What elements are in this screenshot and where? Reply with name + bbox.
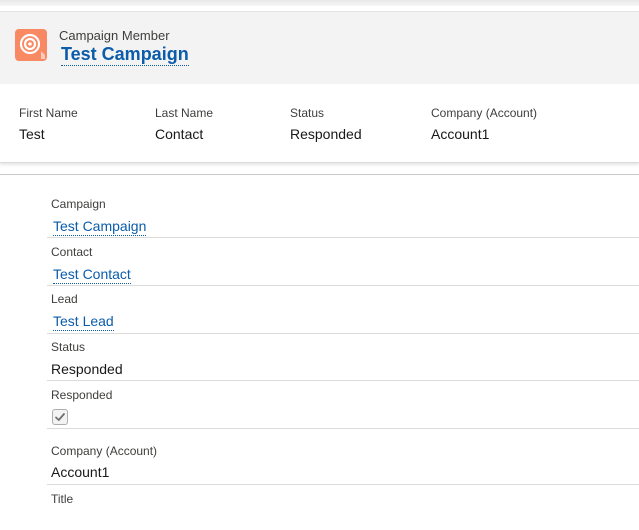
highlight-value: Contact <box>155 126 204 142</box>
checkmark-icon <box>55 413 65 421</box>
field-label: Title <box>51 492 74 506</box>
responded-checkbox <box>52 409 68 425</box>
field-label: Responded <box>51 388 113 402</box>
field-label: Contact <box>51 245 93 259</box>
field-label: Campaign <box>51 197 106 211</box>
highlight-company: Company (Account) Account1 <box>431 106 537 142</box>
record-header: Campaign Member Test Campaign <box>0 12 639 84</box>
field-label: Company (Account) <box>51 444 158 458</box>
highlight-label: Company (Account) <box>431 106 538 120</box>
campaign-target-icon <box>15 29 47 61</box>
field-company: Company (Account) Account1 <box>47 429 639 485</box>
highlight-value: Test <box>19 126 45 142</box>
highlight-label: First Name <box>19 106 78 120</box>
campaign-link[interactable]: Test Campaign <box>53 218 147 236</box>
highlight-label: Last Name <box>155 106 214 120</box>
window-top-strip <box>0 0 639 12</box>
field-contact: Contact Test Contact <box>47 238 639 286</box>
highlight-status: Status Responded <box>290 106 362 142</box>
contact-link[interactable]: Test Contact <box>53 266 131 284</box>
field-campaign: Campaign Test Campaign <box>47 189 639 238</box>
field-label: Lead <box>51 292 78 306</box>
highlight-value: Responded <box>290 126 362 142</box>
field-lead: Lead Test Lead <box>47 286 639 334</box>
highlight-first-name: First Name Test <box>19 106 78 142</box>
field-status: Status Responded <box>47 334 639 381</box>
field-title: Title <box>47 485 639 525</box>
status-value: Responded <box>51 361 123 377</box>
highlight-label: Status <box>290 106 325 120</box>
highlight-last-name: Last Name Contact <box>155 106 213 142</box>
record-title-link[interactable]: Test Campaign <box>61 44 189 66</box>
field-responded: Responded <box>47 381 639 429</box>
company-value: Account1 <box>51 464 110 480</box>
field-label: Status <box>51 340 86 354</box>
section-divider <box>0 174 639 175</box>
entity-label: Campaign Member <box>59 28 170 43</box>
highlight-value: Account1 <box>431 126 490 142</box>
record-highlights-panel: Campaign Member Test Campaign First Name… <box>0 12 639 163</box>
lead-link[interactable]: Test Lead <box>53 313 114 331</box>
